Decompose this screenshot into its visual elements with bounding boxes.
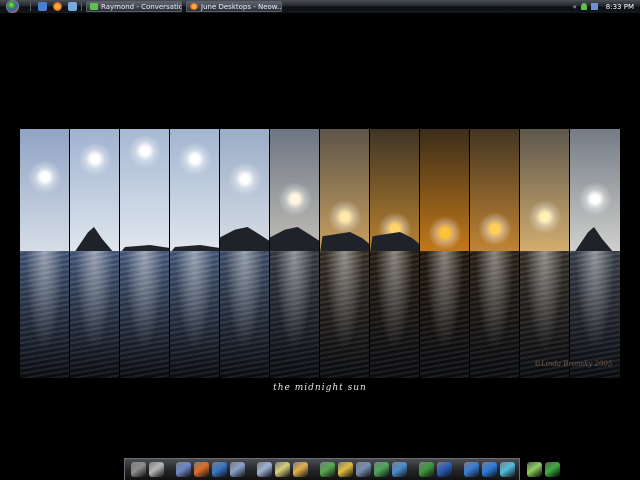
sea [20, 251, 69, 378]
calculator-icon[interactable] [527, 462, 542, 477]
wallpaper-strip [320, 129, 370, 378]
word-icon[interactable] [437, 462, 452, 477]
sun [478, 212, 512, 246]
wallpaper-strip [420, 129, 470, 378]
wallpaper-strip [370, 129, 420, 378]
app-icon[interactable] [176, 462, 191, 477]
sea [70, 251, 119, 378]
trash-icon[interactable] [131, 462, 146, 477]
utorrent-icon[interactable] [545, 462, 560, 477]
messenger-icon [90, 3, 98, 10]
sun [328, 200, 362, 234]
winamp-icon[interactable] [338, 462, 353, 477]
sun [528, 200, 562, 234]
wallpaper-signature: ©Linda Bronsky 2005 [534, 360, 613, 368]
taskbar: Raymond - Conversation June Desktops - N… [0, 0, 640, 14]
clock[interactable]: 8:33 PM [606, 3, 634, 11]
wallpaper-strip [520, 129, 570, 378]
finder-icon[interactable] [149, 462, 164, 477]
documents-icon[interactable] [257, 462, 272, 477]
sun [178, 142, 212, 176]
sun [228, 162, 262, 196]
network-icon[interactable] [590, 3, 598, 10]
tray-expand-icon[interactable]: « [572, 3, 576, 11]
task-label: Raymond - Conversation [101, 2, 182, 11]
ie-icon[interactable] [212, 462, 227, 477]
paint-icon[interactable] [356, 462, 371, 477]
email-icon[interactable] [230, 462, 245, 477]
taskbar-button-conversation[interactable]: Raymond - Conversation [86, 1, 182, 12]
sea [420, 251, 469, 378]
wallpaper-strip [70, 129, 120, 378]
media-icon[interactable] [500, 462, 515, 477]
wallpaper-strip [120, 129, 170, 378]
windows-logo-icon [5, 0, 19, 13]
sea [520, 251, 569, 378]
taskbar-divider [81, 2, 82, 11]
task-label: June Desktops - Neow... [201, 2, 282, 11]
wallpaper-caption: the midnight sun [273, 383, 367, 393]
sun [428, 216, 462, 250]
sea [470, 251, 519, 378]
messenger-status-icon[interactable] [580, 3, 587, 10]
globe-icon[interactable] [482, 462, 497, 477]
recycle-icon[interactable] [320, 462, 335, 477]
notepad-icon[interactable] [275, 462, 290, 477]
wallpaper-image [20, 129, 620, 378]
sun [578, 182, 612, 216]
firefox-icon[interactable] [53, 2, 62, 11]
wallpaper-strip [270, 129, 320, 378]
sea [220, 251, 269, 378]
messenger-icon[interactable] [374, 462, 389, 477]
wallpaper-strip [570, 129, 620, 378]
wallpaper-strip [20, 129, 70, 378]
firefox-icon [190, 3, 198, 10]
sun [28, 160, 62, 194]
folder-icon[interactable] [293, 462, 308, 477]
network-icon[interactable] [392, 462, 407, 477]
system-tray: « 8:33 PM [568, 0, 640, 13]
taskbar-button-neowin[interactable]: June Desktops - Neow... [186, 1, 282, 12]
wallpaper-strip [470, 129, 520, 378]
sun [128, 134, 162, 168]
sea [170, 251, 219, 378]
sea [320, 251, 369, 378]
wallpaper-strip [220, 129, 270, 378]
sea [370, 251, 419, 378]
sun [78, 142, 112, 176]
taskbar-divider [30, 2, 31, 11]
download-icon[interactable] [419, 462, 434, 477]
firefox-icon[interactable] [194, 462, 209, 477]
lightning-icon[interactable] [464, 462, 479, 477]
sea [570, 251, 620, 378]
wallpaper-strip [170, 129, 220, 378]
sun [278, 182, 312, 216]
start-button[interactable] [2, 0, 22, 13]
sea [270, 251, 319, 378]
sea [120, 251, 169, 378]
dock [124, 458, 560, 480]
show-desktop-icon[interactable] [68, 2, 77, 11]
ie-icon[interactable] [38, 2, 47, 11]
